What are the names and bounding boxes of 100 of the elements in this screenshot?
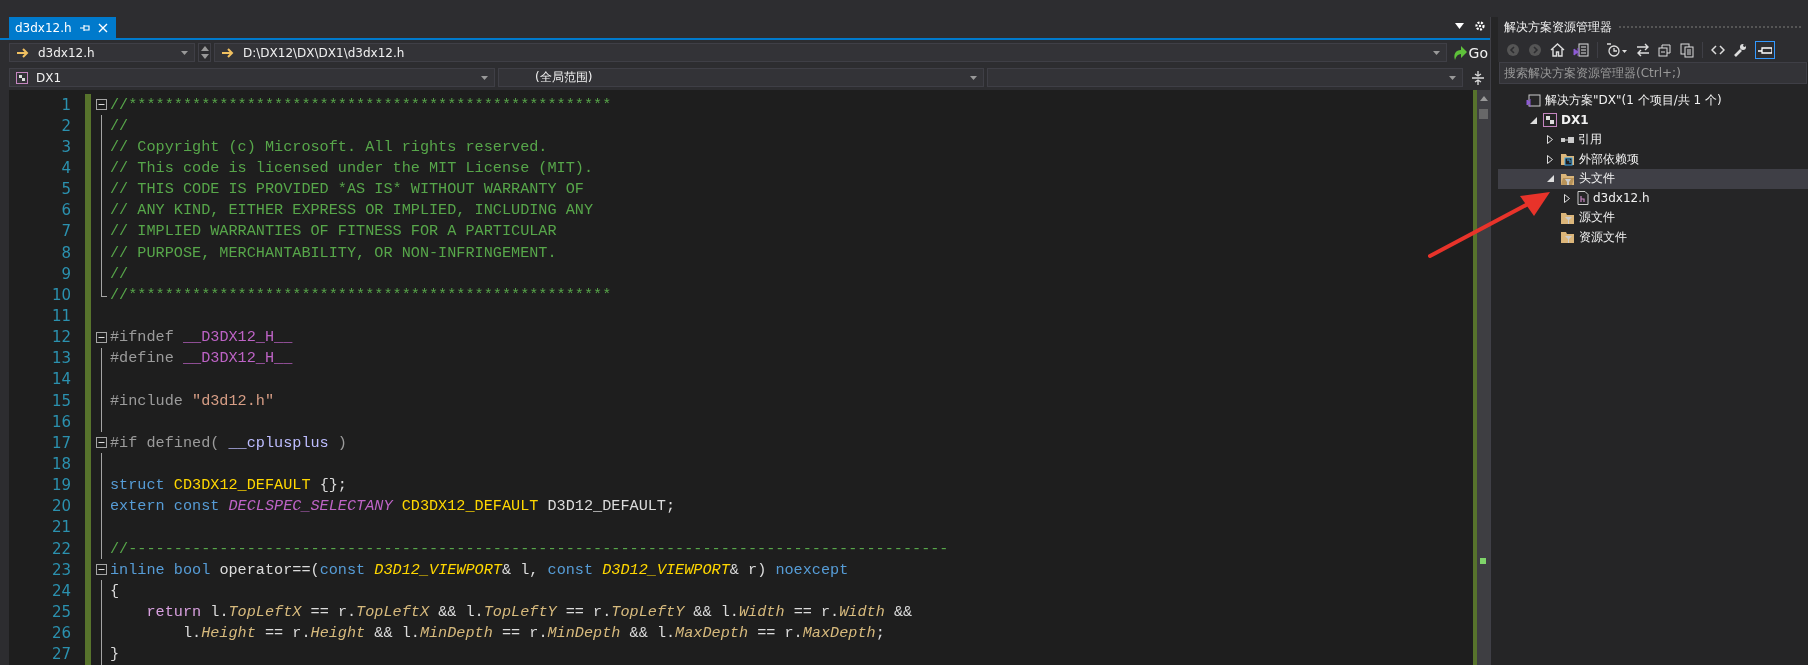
code-line: #if defined( __cplusplus ) bbox=[110, 433, 347, 452]
line-number: 11 bbox=[50, 306, 72, 325]
line-number: 8 bbox=[60, 243, 72, 262]
code-line: // bbox=[110, 116, 129, 135]
line-number: 19 bbox=[50, 476, 72, 495]
line-number: 20 bbox=[50, 497, 72, 516]
change-marker bbox=[1480, 558, 1486, 564]
code-icon[interactable] bbox=[1711, 44, 1725, 56]
line-number: 4 bbox=[60, 159, 72, 177]
collapse-icon[interactable] bbox=[96, 331, 107, 343]
show-all-files-icon[interactable] bbox=[1680, 42, 1694, 58]
project-icon bbox=[16, 71, 28, 84]
scrollbar[interactable] bbox=[1473, 90, 1490, 665]
code-line: //------------------------------------------------------------------------------------------ bbox=[110, 539, 949, 558]
caret-icon[interactable] bbox=[970, 75, 977, 80]
collapse-all-icon[interactable] bbox=[1658, 43, 1672, 57]
path-combo[interactable]: D:\DX12\DX\DX1\d3dx12.h bbox=[214, 43, 1447, 62]
caret-icon[interactable] bbox=[1432, 50, 1440, 55]
line-number: 24 bbox=[50, 581, 72, 600]
dropdown-icon[interactable] bbox=[1455, 23, 1464, 29]
collapsed-icon[interactable] bbox=[1547, 135, 1553, 145]
line-number: 3 bbox=[60, 137, 72, 156]
line-number: 23 bbox=[50, 560, 72, 579]
caret-icon[interactable] bbox=[481, 75, 488, 80]
collapse-icon[interactable] bbox=[96, 437, 107, 449]
document-tab[interactable]: d3dx12.h bbox=[9, 17, 116, 38]
project-combo[interactable]: DX1 bbox=[9, 68, 495, 87]
solution-icon bbox=[1526, 93, 1541, 108]
tree-item[interactable]: 引用 bbox=[1498, 130, 1808, 150]
line-number: 12 bbox=[50, 328, 72, 347]
tree-item[interactable]: d3dx12.h bbox=[1498, 188, 1808, 208]
panel-title: 解决方案资源管理器 bbox=[1504, 19, 1612, 36]
collapsed-icon[interactable] bbox=[1564, 193, 1570, 203]
scroll-up-icon[interactable] bbox=[1479, 96, 1488, 101]
line-number: 14 bbox=[50, 370, 72, 389]
line-number: 7 bbox=[60, 222, 72, 241]
code-line: { bbox=[110, 581, 120, 600]
go-button[interactable]: Go bbox=[1449, 42, 1490, 63]
code-line: } bbox=[110, 645, 120, 664]
line-number: 1 bbox=[60, 95, 72, 114]
open-folder-icon bbox=[1560, 171, 1575, 186]
line-number: 15 bbox=[50, 391, 72, 410]
code-line: // Copyright (c) Microsoft. All rights reserved. bbox=[110, 137, 548, 156]
code-line: // This code is licensed under the MIT License (MIT). bbox=[110, 159, 594, 177]
spin-buttons[interactable] bbox=[198, 43, 211, 62]
tree-item[interactable]: 资源文件 bbox=[1498, 227, 1808, 247]
curved-arrow-icon bbox=[1451, 44, 1468, 61]
code-line: return l.TopLeftX == r.TopLeftX && l.TopLeftY == r.TopLeftY && l.Width == r.Width && bbox=[145, 602, 913, 621]
arrow-icon bbox=[221, 47, 235, 58]
line-number: 18 bbox=[50, 454, 72, 473]
line-number: 27 bbox=[50, 645, 72, 664]
caret-icon[interactable] bbox=[1449, 75, 1456, 80]
code-line: inline bool operator==(const D3D12_VIEWPORT& l, const D3D12_VIEWPORT& r) noexcept bbox=[110, 560, 849, 579]
code-line: // PURPOSE, MERCHANTABILITY, OR NON-INFRINGEMENT. bbox=[110, 243, 557, 262]
arrow-icon bbox=[16, 47, 30, 58]
tree-item[interactable]: 外部依赖项 bbox=[1498, 149, 1808, 169]
code-line: #define __D3DX12_H__ bbox=[110, 349, 293, 368]
code-line: // THIS CODE IS PROVIDED *AS IS* WITHOUT WARRANTY OF bbox=[110, 180, 584, 199]
line-number: 25 bbox=[50, 602, 72, 621]
code-line: // IMPLIED WARRANTIES OF FITNESS FOR A PARTICULAR bbox=[110, 222, 557, 241]
split-icon[interactable] bbox=[1472, 70, 1484, 85]
settings-icon[interactable] bbox=[1474, 20, 1486, 32]
line-number: 13 bbox=[50, 349, 72, 368]
sync-icon[interactable] bbox=[1636, 43, 1650, 57]
line-number: 17 bbox=[50, 433, 72, 452]
tree-item[interactable]: 解决方案"DX"(1 个项目/共 1 个) bbox=[1498, 91, 1808, 111]
document-switch-icon[interactable] bbox=[1573, 42, 1589, 58]
code-line: //***************************************************** bbox=[110, 95, 612, 114]
code-line: // ANY KIND, EITHER EXPRESS OR IMPLIED, INCLUDING ANY bbox=[110, 201, 594, 220]
code-line: #ifndef __D3DX12_H__ bbox=[110, 328, 293, 347]
code-line: #include "d3d12.h" bbox=[110, 391, 275, 410]
close-icon[interactable] bbox=[97, 22, 108, 33]
tree-item[interactable]: 头文件 bbox=[1498, 169, 1808, 189]
tree-item[interactable]: 源文件 bbox=[1498, 208, 1808, 228]
line-number: 5 bbox=[60, 180, 72, 199]
pin-icon[interactable] bbox=[1755, 41, 1775, 59]
wrench-icon[interactable] bbox=[1733, 43, 1747, 57]
code-line: // bbox=[110, 264, 129, 283]
line-number: 21 bbox=[50, 518, 72, 537]
folder-icon bbox=[1560, 230, 1575, 245]
scope-combo[interactable]: (全局范围) bbox=[498, 68, 984, 87]
line-number: 2 bbox=[60, 116, 72, 135]
line-number: 26 bbox=[50, 624, 72, 643]
code-line: //***************************************************** bbox=[110, 285, 612, 304]
expanded-icon[interactable] bbox=[1546, 175, 1554, 183]
search-field[interactable]: 搜索解决方案资源管理器(Ctrl+;) bbox=[1499, 62, 1807, 84]
expanded-icon[interactable] bbox=[1529, 116, 1537, 124]
file-combo[interactable]: d3dx12.h bbox=[9, 43, 195, 62]
tree-item[interactable]: DX1 bbox=[1498, 110, 1808, 130]
project-icon bbox=[1543, 113, 1557, 128]
line-number: 16 bbox=[50, 412, 72, 431]
history-icon[interactable] bbox=[1606, 43, 1628, 57]
scroll-thumb[interactable] bbox=[1479, 109, 1488, 119]
line-number: 9 bbox=[60, 264, 72, 283]
home-icon[interactable] bbox=[1550, 43, 1565, 57]
collapsed-icon[interactable] bbox=[1547, 154, 1553, 164]
folder-icon bbox=[1560, 210, 1575, 225]
collapse-icon[interactable] bbox=[96, 99, 107, 111]
caret-icon[interactable] bbox=[181, 50, 188, 55]
collapse-icon[interactable] bbox=[96, 564, 107, 576]
